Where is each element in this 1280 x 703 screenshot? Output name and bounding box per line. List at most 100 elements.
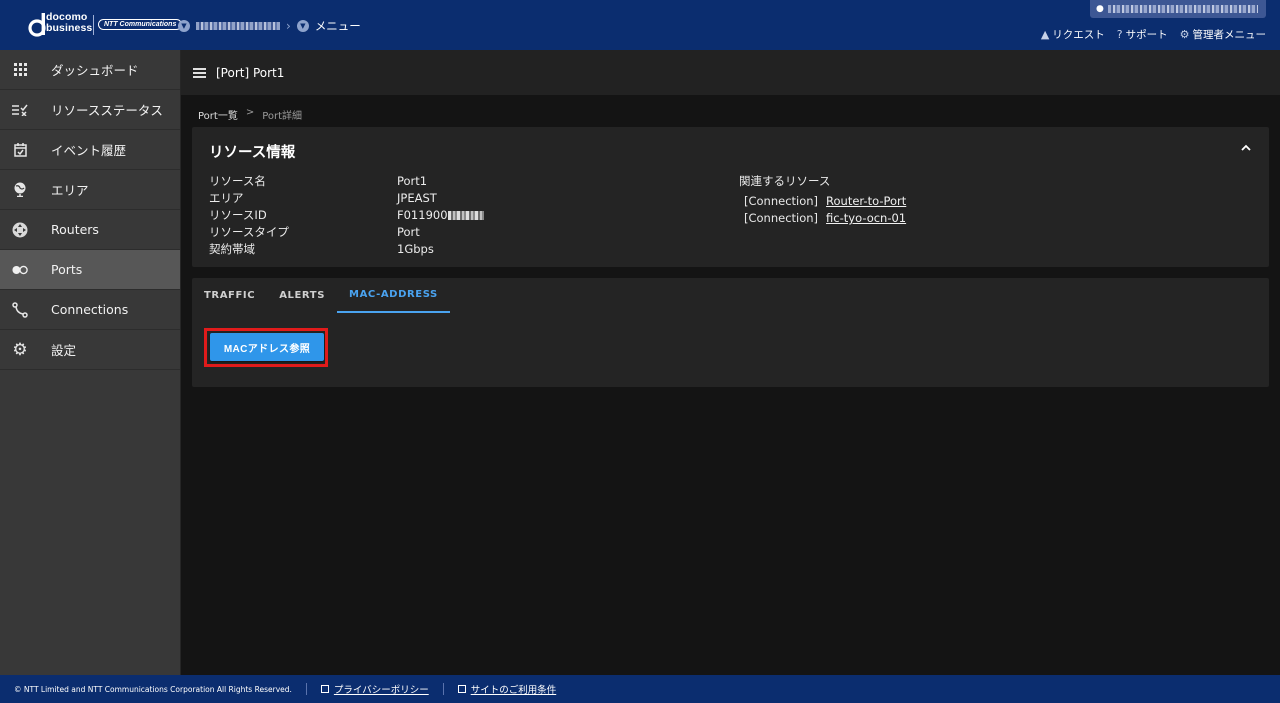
sidebar-item-resource-status[interactable]: リソースステータス <box>0 90 180 130</box>
chevron-down-icon[interactable]: ▼ <box>296 20 309 32</box>
sidebar-item-routers[interactable]: Routers <box>0 210 180 250</box>
related-link-router-to-port[interactable]: Router-to-Port <box>826 193 906 210</box>
sidebar-item-ports[interactable]: Ports <box>0 250 180 290</box>
field-value: Port <box>397 225 420 239</box>
redacted-account-name[interactable] <box>196 22 280 30</box>
terms-link[interactable]: サイトのご利用条件 <box>457 682 557 696</box>
admin-menu-link[interactable]: ⚙ 管理者メニュー <box>1180 27 1266 42</box>
sidebar-item-label: イベント履歴 <box>51 143 127 158</box>
related-link-fic-tyo-ocn-01[interactable]: fic-tyo-ocn-01 <box>826 210 906 227</box>
user-account-box[interactable]: ● <box>1090 0 1266 18</box>
gear-icon: ⚙ <box>12 339 28 360</box>
field-key: リソースID <box>209 208 267 222</box>
sidebar-item-connections[interactable]: Connections <box>0 290 180 330</box>
field-row: リソースタイプ Port <box>209 224 484 241</box>
sidebar-item-label: ダッシュボード <box>51 63 139 78</box>
related-resources-title: 関連するリソース <box>739 174 831 188</box>
sidebar-item-dashboard[interactable]: ダッシュボード <box>0 50 180 90</box>
footer-divider <box>442 683 444 695</box>
header-links: ▲ リクエスト ? サポート ⚙ 管理者メニュー <box>1041 27 1266 42</box>
field-value: 1Gbps <box>397 242 434 256</box>
resource-info-heading: リソース情報 <box>209 145 296 161</box>
docomo-business-logo[interactable]: docomo business NTT Communications <box>28 11 183 39</box>
field-key: エリア <box>209 191 244 205</box>
globe-icon <box>12 182 28 198</box>
tab-mac-address[interactable]: MAC-ADDRESS <box>337 278 450 313</box>
tab-traffic[interactable]: TRAFFIC <box>192 278 267 313</box>
page-title-bar: [Port] Port1 <box>181 50 1280 95</box>
field-value: Port1 <box>397 174 428 188</box>
breadcrumb-separator: > <box>245 107 255 118</box>
sidebar-item-label: リソースステータス <box>51 103 163 118</box>
sidebar: ダッシュボード リソースステータス イベント履歴 エリア Routers Por… <box>0 50 181 675</box>
router-icon <box>12 222 28 238</box>
request-label: リクエスト <box>1052 29 1105 41</box>
footer: © NTT Limited and NTT Communications Cor… <box>0 675 1280 703</box>
support-link[interactable]: ? サポート <box>1117 27 1168 42</box>
terms-label[interactable]: サイトのご利用条件 <box>471 682 557 696</box>
tab-alerts[interactable]: ALERTS <box>267 278 337 313</box>
ntt-communications-logo: NTT Communications <box>98 19 183 30</box>
sidebar-item-label: エリア <box>51 183 89 198</box>
breadcrumb-port-list[interactable]: Port一覧 <box>198 107 238 122</box>
external-link-icon <box>457 685 466 693</box>
sidebar-item-label: Routers <box>51 222 99 237</box>
related-type: [Connection] <box>744 211 819 225</box>
logo-divider <box>93 15 94 35</box>
gear-icon: ⚙ <box>1179 28 1190 41</box>
resource-id-text: F011900 <box>397 208 448 222</box>
sidebar-item-area[interactable]: エリア <box>0 170 180 210</box>
redacted-user-id <box>1107 5 1258 13</box>
related-type: [Connection] <box>744 194 819 208</box>
tab-bar: TRAFFIC ALERTS MAC-ADDRESS <box>192 278 450 313</box>
grid-icon <box>12 62 28 78</box>
copyright: © NTT Limited and NTT Communications Cor… <box>14 684 292 694</box>
sidebar-item-label: Connections <box>51 302 129 317</box>
footer-divider <box>305 683 307 695</box>
toggle-icon <box>12 262 28 278</box>
connection-icon <box>12 301 28 318</box>
menu-dropdown[interactable]: メニュー <box>315 18 361 34</box>
tabs-card: TRAFFIC ALERTS MAC-ADDRESS MACアドレス参照 <box>192 278 1269 387</box>
field-key: リソースタイプ <box>209 225 289 239</box>
field-value-resource-id: F011900 <box>397 207 484 224</box>
bell-icon: ▲ <box>1040 28 1050 41</box>
privacy-policy-label[interactable]: プライバシーポリシー <box>334 682 429 696</box>
related-row: [Connection] Router-to-Port <box>739 193 906 210</box>
field-key: 契約帯域 <box>209 242 255 256</box>
brand-text: docomo business <box>46 12 92 34</box>
page-title: [Port] Port1 <box>216 65 285 80</box>
breadcrumb-current: Port詳細 <box>262 111 303 122</box>
top-navigation: ▼ › ▼ メニュー <box>178 18 361 34</box>
sidebar-item-event-history[interactable]: イベント履歴 <box>0 130 180 170</box>
breadcrumb: Port一覧 > Port詳細 <box>198 107 302 122</box>
redacted-resource-id <box>447 211 484 220</box>
chevron-right-icon: › <box>286 19 291 33</box>
top-header: docomo business NTT Communications ▼ › ▼… <box>0 0 1280 50</box>
mac-address-lookup-button[interactable]: MACアドレス参照 <box>210 333 324 361</box>
external-link-icon <box>320 685 329 693</box>
privacy-policy-link[interactable]: プライバシーポリシー <box>320 682 429 696</box>
brand-line2: business <box>46 22 93 34</box>
field-key: リソース名 <box>209 174 266 188</box>
related-row: [Connection] fic-tyo-ocn-01 <box>739 210 906 227</box>
chevron-down-icon[interactable]: ▼ <box>178 20 190 32</box>
field-row: 契約帯域 1Gbps <box>209 241 484 258</box>
field-value: JPEAST <box>397 191 437 205</box>
resource-fields: リソース名 Port1 エリア JPEAST リソースID F011900 リソ… <box>209 173 484 258</box>
checklist-icon <box>12 102 28 118</box>
request-link[interactable]: ▲ リクエスト <box>1041 27 1105 42</box>
main-content: [Port] Port1 Port一覧 > Port詳細 リソース情報 リソース… <box>181 50 1280 675</box>
user-icon: ● <box>1096 4 1104 14</box>
field-row: リソース名 Port1 <box>209 173 484 190</box>
field-row: エリア JPEAST <box>209 190 484 207</box>
hamburger-menu-icon[interactable] <box>193 67 206 78</box>
admin-label: 管理者メニュー <box>1192 29 1267 41</box>
docomo-d-icon <box>28 13 46 37</box>
resource-info-card: リソース情報 リソース名 Port1 エリア JPEAST リソースID F01… <box>192 127 1269 267</box>
help-icon: ? <box>1116 28 1123 41</box>
support-label: サポート <box>1125 29 1168 41</box>
sidebar-item-settings[interactable]: ⚙ 設定 <box>0 330 180 370</box>
chevron-up-icon[interactable] <box>1241 140 1251 154</box>
sidebar-item-label: Ports <box>51 262 83 277</box>
